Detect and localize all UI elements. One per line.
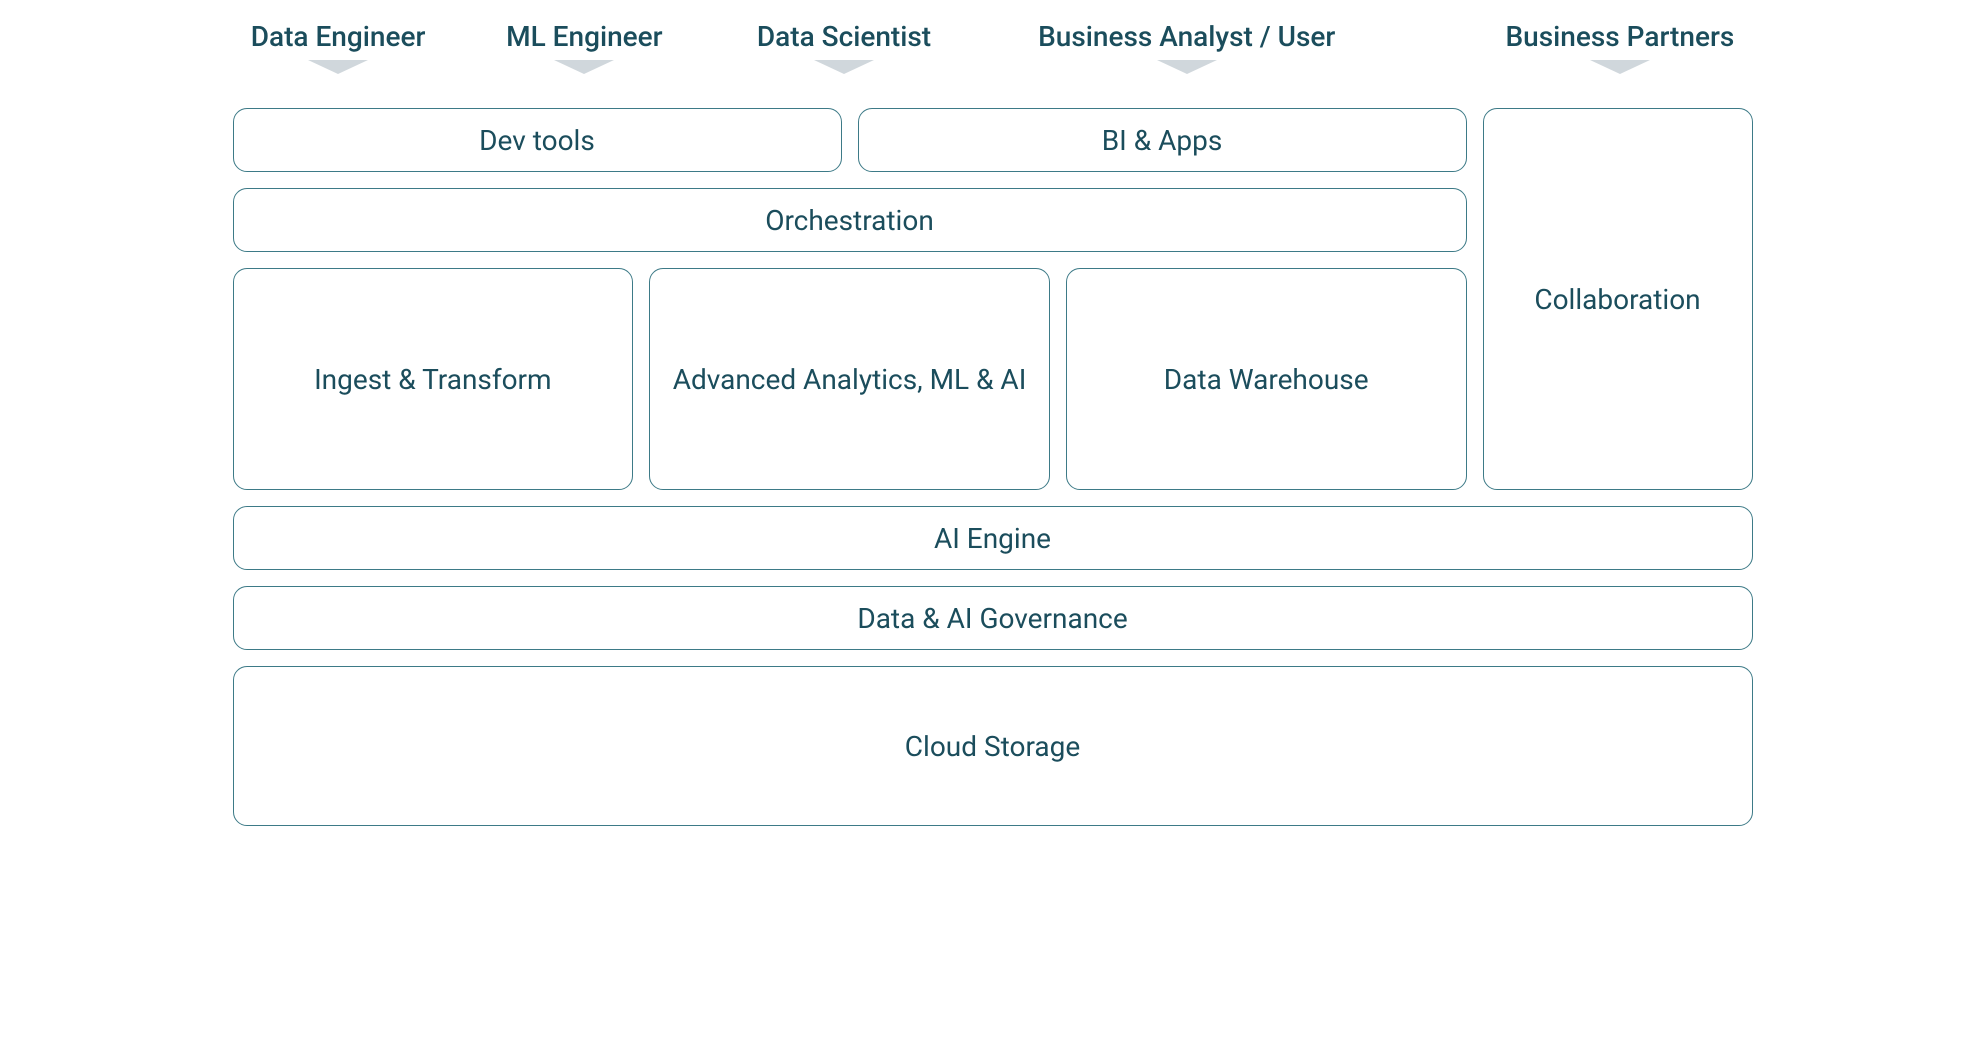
architecture-diagram: Data Engineer ML Engineer Data Scientist… xyxy=(233,20,1753,826)
arrow-down-icon xyxy=(1590,60,1650,74)
roles-row: Data Engineer ML Engineer Data Scientist… xyxy=(233,20,1753,100)
foundation-rows: AI Engine Data & AI Governance Cloud Sto… xyxy=(233,506,1753,826)
arrow-down-icon xyxy=(1157,60,1217,74)
role-label: Data Engineer xyxy=(251,20,426,54)
box-data-warehouse: Data Warehouse xyxy=(1066,268,1467,490)
top-tools-row: Dev tools BI & Apps xyxy=(233,108,1467,172)
collaboration-column: Collaboration xyxy=(1483,108,1753,490)
role-business-analyst: Business Analyst / User xyxy=(1038,20,1335,74)
box-advanced-analytics: Advanced Analytics, ML & AI xyxy=(649,268,1050,490)
role-label: Business Partners xyxy=(1505,20,1734,54)
box-ai-engine: AI Engine xyxy=(233,506,1753,570)
box-bi-apps: BI & Apps xyxy=(858,108,1467,172)
box-collaboration: Collaboration xyxy=(1483,108,1753,490)
middle-platform-row: Ingest & Transform Advanced Analytics, M… xyxy=(233,268,1467,490)
arrow-down-icon xyxy=(814,60,874,74)
box-governance: Data & AI Governance xyxy=(233,586,1753,650)
arrow-down-icon xyxy=(308,60,368,74)
main-grid: Dev tools BI & Apps Orchestration Ingest… xyxy=(233,108,1753,490)
box-cloud-storage: Cloud Storage xyxy=(233,666,1753,826)
role-label: Business Analyst / User xyxy=(1038,20,1335,54)
role-data-engineer: Data Engineer xyxy=(251,20,426,74)
main-left-column: Dev tools BI & Apps Orchestration Ingest… xyxy=(233,108,1467,490)
role-data-scientist: Data Scientist xyxy=(757,20,931,74)
box-dev-tools: Dev tools xyxy=(233,108,842,172)
box-ingest-transform: Ingest & Transform xyxy=(233,268,634,490)
box-orchestration: Orchestration xyxy=(233,188,1467,252)
role-label: ML Engineer xyxy=(506,20,662,54)
role-label: Data Scientist xyxy=(757,20,931,54)
arrow-down-icon xyxy=(554,60,614,74)
role-ml-engineer: ML Engineer xyxy=(506,20,662,74)
role-business-partners: Business Partners xyxy=(1505,20,1734,74)
